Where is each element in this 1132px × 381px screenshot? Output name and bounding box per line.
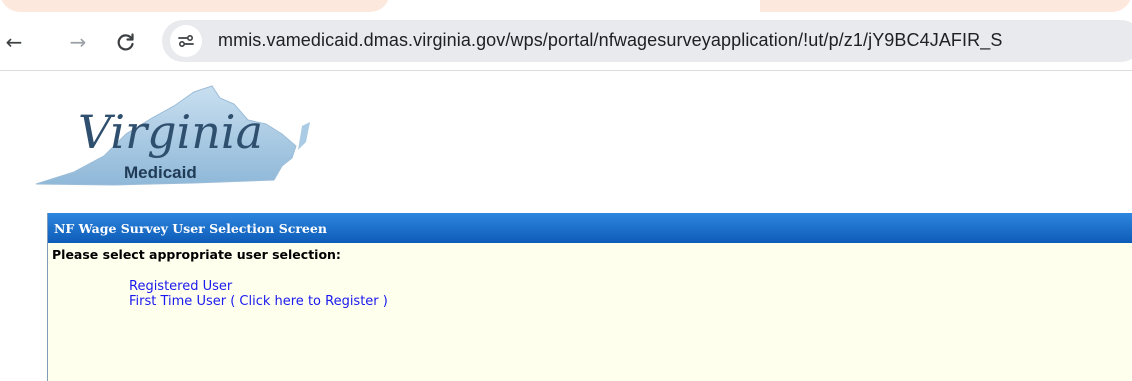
site-settings-icon[interactable] bbox=[170, 25, 202, 57]
url-text[interactable]: mmis.vamedicaid.dmas.virginia.gov/wps/po… bbox=[218, 30, 1002, 51]
back-arrow-icon[interactable]: ← bbox=[2, 30, 26, 54]
inactive-tab[interactable] bbox=[760, 0, 1132, 12]
logo-script-text: Virginia bbox=[78, 105, 263, 159]
user-options: Registered User First Time User ( Click … bbox=[48, 262, 1132, 309]
forward-arrow-icon[interactable]: → bbox=[66, 30, 90, 54]
address-bar[interactable]: mmis.vamedicaid.dmas.virginia.gov/wps/po… bbox=[162, 20, 1132, 62]
active-tab[interactable] bbox=[0, 0, 390, 12]
logo-subtitle: Medicaid bbox=[124, 163, 197, 182]
panel-title: NF Wage Survey User Selection Screen bbox=[48, 213, 1132, 243]
first-time-user-link[interactable]: First Time User ( Click here to Register… bbox=[129, 294, 1132, 309]
tab-strip bbox=[0, 0, 1132, 14]
virginia-medicaid-logo: Virginia Medicaid bbox=[34, 84, 314, 190]
registered-user-link[interactable]: Registered User bbox=[129, 279, 1132, 294]
user-selection-panel: NF Wage Survey User Selection Screen Ple… bbox=[47, 213, 1132, 381]
reload-icon[interactable] bbox=[114, 30, 138, 54]
browser-toolbar: ← → mmis.vamedicaid.dmas.virginia.gov/wp… bbox=[0, 14, 1132, 71]
selection-prompt: Please select appropriate user selection… bbox=[52, 247, 341, 262]
